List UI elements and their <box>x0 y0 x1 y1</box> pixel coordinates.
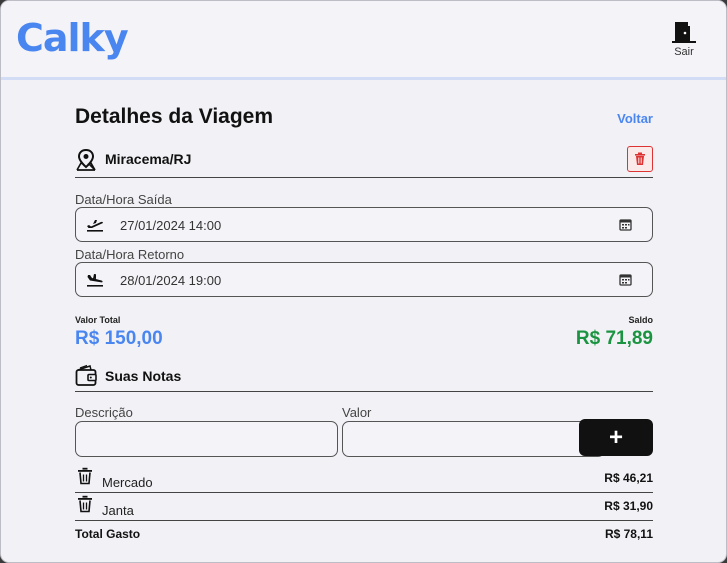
balance-label: Saldo <box>628 315 653 325</box>
calendar-icon[interactable] <box>619 218 632 231</box>
note-description: Mercado <box>102 475 153 490</box>
notes-header: Suas Notas <box>75 364 653 392</box>
trip-destination: Miracema/RJ <box>105 151 192 167</box>
calendar-icon[interactable] <box>619 273 632 286</box>
note-item: Janta R$ 31,90 <box>75 495 653 521</box>
trip-totals: Valor Total R$ 150,00 Saldo R$ 71,89 <box>75 315 653 355</box>
delete-trip-button[interactable] <box>627 146 653 172</box>
app-window: Calky Sair Detalhes da Viagem Voltar Mir… <box>0 0 727 563</box>
total-spent-row: Total Gasto R$ 78,11 <box>75 527 653 543</box>
return-field[interactable]: 28/01/2024 19:00 <box>75 262 653 297</box>
description-label: Descrição <box>75 405 133 420</box>
app-logo: Calky <box>16 16 129 60</box>
description-input[interactable] <box>75 421 338 457</box>
departure-label: Data/Hora Saída <box>75 192 172 207</box>
departure-field[interactable]: 27/01/2024 14:00 <box>75 207 653 242</box>
title-row: Detalhes da Viagem Voltar <box>75 105 653 133</box>
logout-button[interactable]: Sair <box>665 21 703 58</box>
total-spent-value: R$ 78,11 <box>604 527 653 541</box>
value-input[interactable] <box>342 421 605 457</box>
back-link[interactable]: Voltar <box>617 111 653 126</box>
map-pin-icon <box>76 148 96 171</box>
value-label: Valor <box>342 405 372 420</box>
note-amount: R$ 31,90 <box>604 499 653 513</box>
plus-icon: + <box>608 423 623 451</box>
wallet-icon <box>75 364 97 386</box>
note-description: Janta <box>102 503 134 518</box>
return-label: Data/Hora Retorno <box>75 247 185 262</box>
notes-title: Suas Notas <box>105 368 182 384</box>
balance-value: R$ 71,89 <box>575 328 653 349</box>
trash-icon <box>635 152 645 165</box>
trip-destination-row: Miracema/RJ <box>75 145 653 178</box>
note-amount: R$ 46,21 <box>604 471 653 485</box>
total-value: R$ 150,00 <box>75 328 163 349</box>
logout-label: Sair <box>674 46 694 58</box>
return-value: 28/01/2024 19:00 <box>120 273 222 288</box>
total-spent-label: Total Gasto <box>75 527 141 541</box>
plane-takeoff-icon <box>87 220 103 232</box>
total-value-label: Valor Total <box>75 315 121 325</box>
plane-landing-icon <box>87 274 103 287</box>
add-note-button[interactable]: + <box>579 419 653 456</box>
trash-icon[interactable] <box>77 467 93 485</box>
door-exit-icon <box>672 22 696 43</box>
app-header: Calky Sair <box>1 1 726 80</box>
note-item: Mercado R$ 46,21 <box>75 467 653 493</box>
departure-value: 27/01/2024 14:00 <box>120 218 222 233</box>
page-title: Detalhes da Viagem <box>75 105 274 128</box>
trash-icon[interactable] <box>77 495 93 513</box>
